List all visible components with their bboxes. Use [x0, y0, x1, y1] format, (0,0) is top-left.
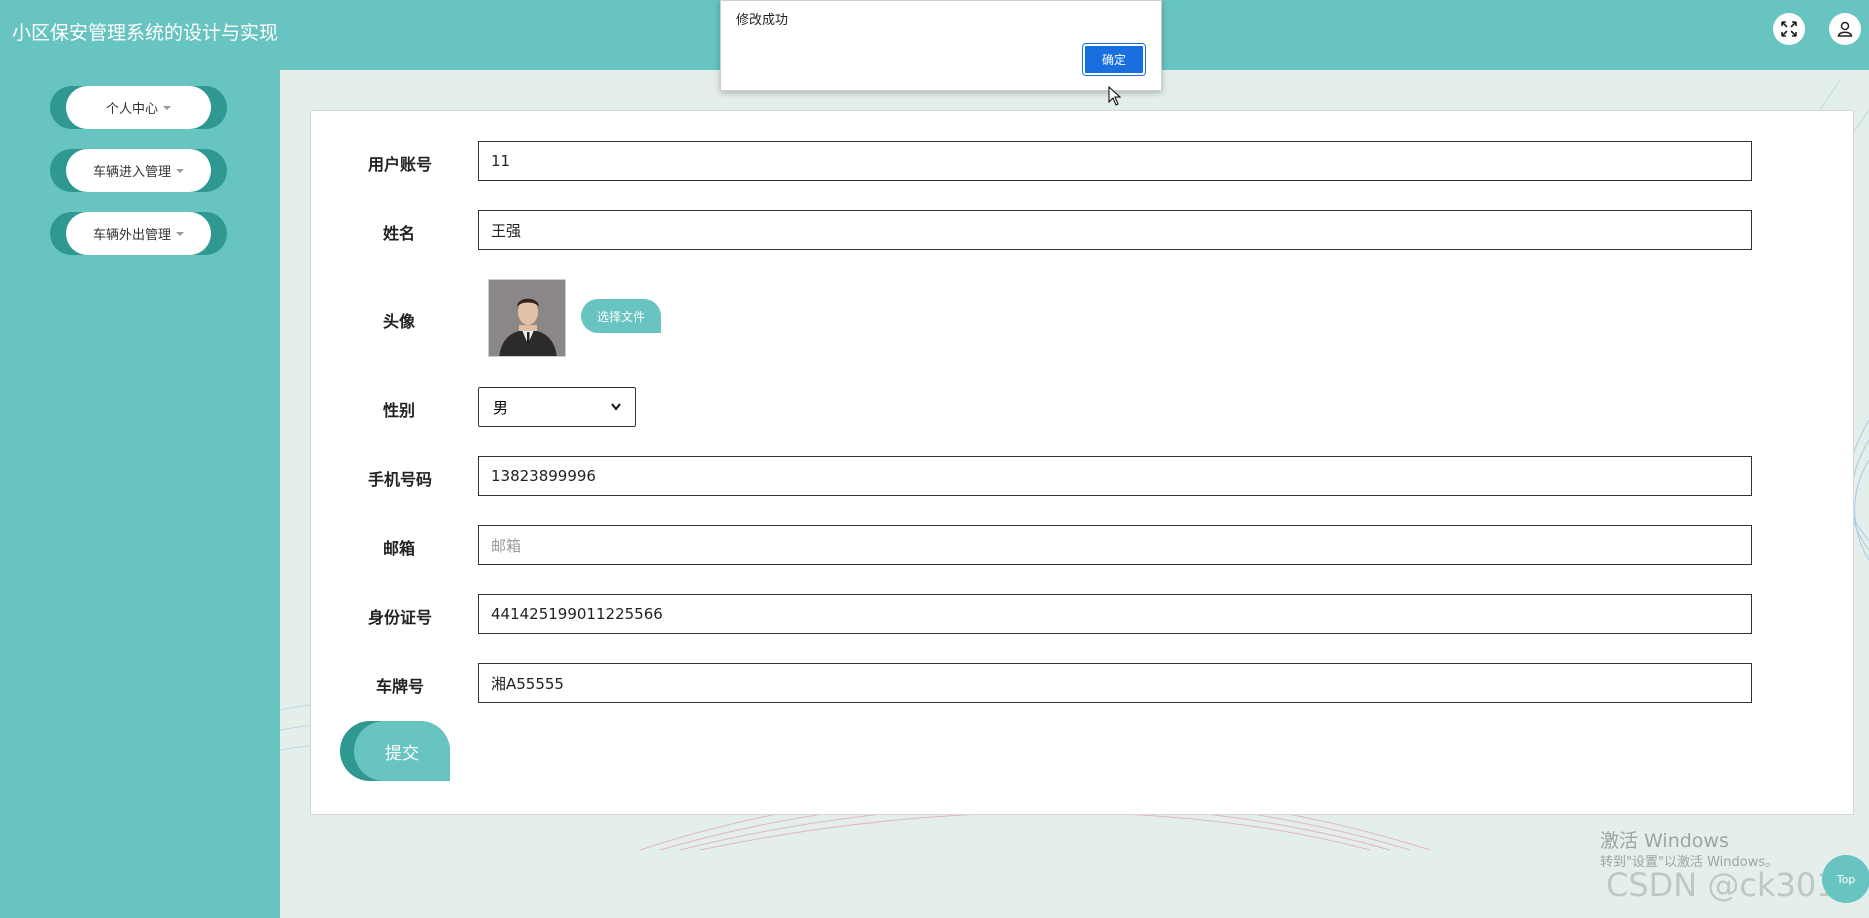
id-number-input[interactable]: 441425199011225566 [478, 594, 1752, 634]
avatar-image [489, 280, 565, 356]
field-label: 手机号码 [368, 470, 433, 489]
choose-file-button[interactable]: 选择文件 [581, 299, 661, 333]
caret-down-icon [163, 105, 171, 110]
submit-button-label: 提交 [354, 721, 450, 781]
caret-down-icon [176, 168, 184, 173]
account-input[interactable]: 11 [478, 141, 1752, 181]
sidebar-item-personal-center[interactable]: 个人中心 [50, 86, 227, 129]
csdn-watermark: CSDN @ck3013 [1606, 866, 1857, 904]
back-to-top-button[interactable]: Top [1822, 855, 1869, 903]
mouse-cursor-icon [1108, 86, 1122, 106]
field-label: 性别 [383, 401, 416, 420]
name-input[interactable]: 王强 [478, 210, 1752, 250]
field-label: 姓名 [383, 224, 416, 243]
sidebar-item-label: 个人中心 [105, 102, 158, 117]
chevron-down-icon [611, 403, 621, 411]
email-input[interactable]: 邮箱 [478, 525, 1752, 565]
plate-number-input[interactable]: 湘A55555 [478, 663, 1752, 703]
user-button[interactable] [1829, 13, 1861, 45]
field-label: 身份证号 [368, 608, 433, 627]
caret-down-icon [176, 231, 184, 236]
phone-input[interactable]: 13823899996 [478, 456, 1752, 496]
sidebar-item-vehicle-exit[interactable]: 车辆外出管理 [50, 212, 227, 255]
fullscreen-icon [1781, 21, 1797, 37]
app-title: 小区保安管理系统的设计与实现 [12, 22, 279, 44]
field-label: 邮箱 [383, 539, 416, 558]
gender-select[interactable]: 男 [478, 387, 636, 427]
field-label: 车牌号 [376, 677, 425, 696]
sidebar: 个人中心 车辆进入管理 车辆外出管理 [0, 70, 280, 918]
confirm-button[interactable]: 确定 [1082, 43, 1146, 76]
sidebar-item-label: 车辆外出管理 [92, 228, 171, 243]
sidebar-item-vehicle-entry[interactable]: 车辆进入管理 [50, 149, 227, 192]
submit-button[interactable]: 提交 [340, 721, 450, 781]
user-icon [1837, 21, 1853, 37]
field-label: 头像 [383, 312, 416, 331]
alert-dialog: 修改成功 确定 [720, 0, 1162, 91]
alert-message: 修改成功 [736, 13, 789, 28]
windows-activation-title: 激活 Windows [1600, 830, 1729, 852]
gender-select-value: 男 [493, 398, 509, 417]
sidebar-item-label: 车辆进入管理 [92, 165, 171, 180]
field-label: 用户账号 [368, 155, 433, 174]
profile-form: 用户账号 11 姓名 王强 头像 选择文件 性别 男 手机号码 13823899… [310, 110, 1854, 815]
avatar [488, 279, 566, 357]
fullscreen-button[interactable] [1773, 13, 1805, 45]
